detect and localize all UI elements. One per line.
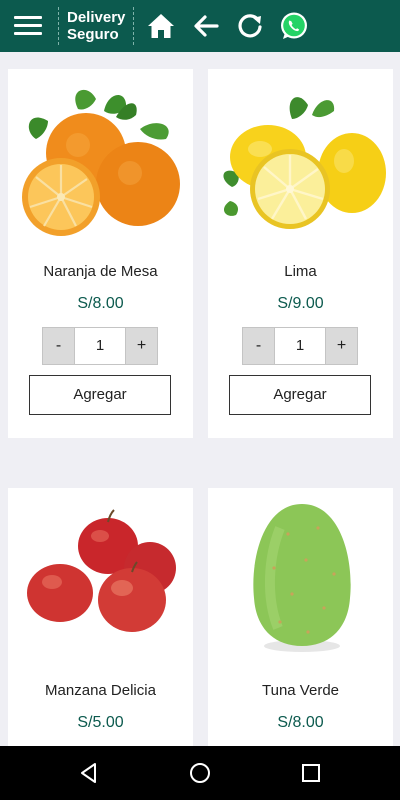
brand-line-1: Delivery — [67, 9, 126, 26]
prickly-pear-image — [208, 488, 393, 666]
increase-quantity-button[interactable]: + — [325, 327, 358, 365]
home-icon[interactable] — [145, 10, 177, 42]
app-header: Delivery Seguro — [0, 0, 400, 52]
lemon-image — [208, 69, 393, 247]
decrease-quantity-button[interactable]: - — [242, 327, 275, 365]
product-card: Manzana Delicia S/5.00 — [8, 488, 193, 746]
brand-line-2: Seguro — [67, 26, 119, 43]
system-navigation-bar — [0, 746, 400, 800]
back-arrow-icon[interactable] — [190, 10, 222, 42]
whatsapp-icon[interactable] — [278, 10, 310, 42]
brand-logo: Delivery Seguro — [58, 7, 134, 45]
recents-square-icon[interactable] — [299, 761, 323, 785]
product-name: Manzana Delicia — [45, 682, 156, 699]
product-price: S/8.00 — [77, 295, 124, 312]
increase-quantity-button[interactable]: + — [125, 327, 158, 365]
quantity-stepper: - 1 + — [42, 327, 159, 365]
product-card: Tuna Verde S/8.00 — [208, 488, 393, 746]
decrease-quantity-button[interactable]: - — [42, 327, 75, 365]
product-card: Lima S/9.00 - 1 + Agregar — [208, 69, 393, 438]
orange-image — [8, 69, 193, 247]
home-circle-icon[interactable] — [188, 761, 212, 785]
menu-icon[interactable] — [14, 16, 42, 36]
product-price: S/8.00 — [277, 714, 324, 731]
quantity-stepper: - 1 + — [242, 327, 359, 365]
quantity-field[interactable]: 1 — [74, 327, 126, 365]
product-price: S/5.00 — [77, 714, 124, 731]
product-name: Tuna Verde — [262, 682, 339, 699]
product-name: Naranja de Mesa — [43, 263, 158, 280]
apple-image — [8, 488, 193, 666]
product-price: S/9.00 — [277, 295, 324, 312]
product-name: Lima — [284, 263, 317, 280]
quantity-field[interactable]: 1 — [274, 327, 326, 365]
back-triangle-icon[interactable] — [77, 761, 101, 785]
product-card: Naranja de Mesa S/8.00 - 1 + Agregar — [8, 69, 193, 438]
refresh-icon[interactable] — [234, 10, 266, 42]
add-to-cart-button[interactable]: Agregar — [229, 375, 371, 415]
add-to-cart-button[interactable]: Agregar — [29, 375, 171, 415]
